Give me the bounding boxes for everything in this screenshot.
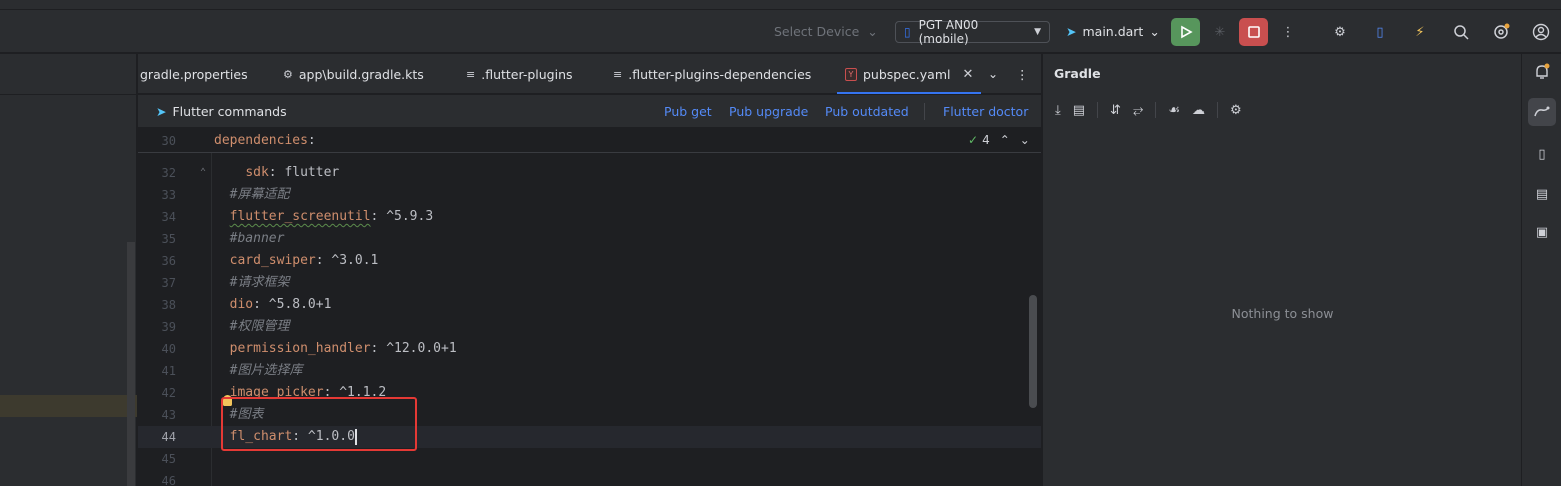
inspection-widget[interactable]: ✓ 4 ⌃ ⌄	[968, 133, 1030, 147]
main-toolbar: Select Device ⌄ ▯ PGT AN00 (mobile) ▼ ➤ …	[0, 10, 1561, 53]
tab-flutter-plugins-dependencies[interactable]: ≡ .flutter-plugins-dependencies	[613, 54, 811, 94]
title-strip	[0, 0, 1561, 10]
device-explorer-icon[interactable]: ▤	[1528, 180, 1556, 208]
code-line: 34 flutter_screenutil: ^5.9.3	[161, 209, 434, 224]
pub-get-link[interactable]: Pub get	[664, 95, 712, 128]
collapse-all-icon[interactable]: ⥂	[1133, 103, 1143, 118]
editor-tabs: gradle.properties ⚙ app\build.gradle.kts…	[138, 54, 1041, 94]
project-panel	[0, 54, 137, 486]
device-mirror-icon[interactable]: ▯	[1368, 20, 1392, 44]
chevron-down-icon: ⌄	[1149, 24, 1160, 39]
phone-icon: ▯	[904, 25, 911, 39]
device-manager-icon[interactable]: ▯	[1528, 140, 1556, 168]
code-editor[interactable]: 32 ⌃ sdk: flutter 33 #屏幕适配 34 flutter_scr…	[138, 129, 1041, 486]
text-file-icon: ≡	[613, 67, 623, 81]
flutter-commands-title: ➤ Flutter commands	[156, 95, 287, 128]
code-line: 40 permission_handler: ^12.0.0+1	[161, 341, 457, 356]
settings-icon[interactable]	[1489, 20, 1513, 44]
stop-button[interactable]	[1239, 18, 1268, 46]
separator	[924, 103, 925, 120]
run-config-selector[interactable]: ➤ main.dart ⌄	[1066, 10, 1160, 53]
code-line: 41 #图片选择库	[161, 363, 303, 378]
code-line: 46	[161, 474, 176, 486]
tab-label: pubspec.yaml	[863, 66, 951, 82]
code-line: 37 #请求框架	[161, 275, 290, 290]
pub-outdated-link[interactable]: Pub outdated	[825, 95, 909, 128]
flutter-icon: ➤	[156, 104, 167, 119]
tabs-dropdown-icon[interactable]: ⌄	[988, 54, 998, 94]
code-line: 38 dio: ^5.8.0+1	[161, 297, 332, 312]
inspection-count: 4	[982, 133, 990, 147]
chevron-down-icon: ⌄	[867, 24, 878, 39]
run-config-label: main.dart	[1082, 24, 1144, 39]
highlighted-row[interactable]	[0, 395, 137, 417]
highlight-box	[221, 397, 417, 451]
flutter-doctor-link[interactable]: Flutter doctor	[943, 95, 1028, 128]
gradle-tool-icon[interactable]	[1528, 98, 1556, 126]
notifications-icon[interactable]	[1528, 58, 1556, 86]
account-icon[interactable]	[1529, 20, 1553, 44]
tab-gradle-properties[interactable]: gradle.properties	[140, 54, 248, 94]
code-line: 32 ⌃ sdk: flutter	[138, 162, 1041, 184]
gradle-icon: ⚙	[283, 67, 293, 81]
attach-debugger-icon[interactable]: ⚙	[1328, 20, 1352, 44]
tab-label: app\build.gradle.kts	[298, 66, 424, 82]
tab-pubspec-yaml[interactable]: Y pubspec.yaml ✕	[836, 54, 982, 94]
yaml-icon: Y	[845, 67, 857, 81]
expand-all-icon[interactable]: ⇵	[1110, 103, 1121, 118]
flutter-commands-label: Flutter commands	[172, 104, 287, 119]
fold-icon[interactable]: ⌃	[200, 162, 206, 184]
editor-scrollbar[interactable]	[1029, 295, 1037, 408]
offline-mode-icon[interactable]: ☁	[1192, 103, 1205, 118]
code-line: 45	[161, 452, 176, 466]
tab-label: .flutter-plugins-dependencies	[628, 66, 812, 82]
text-file-icon: ≡	[466, 67, 476, 81]
code-line: 39 #权限管理	[161, 319, 290, 334]
scrollbar[interactable]	[127, 242, 135, 486]
flutter-icon: ➤	[1066, 24, 1077, 39]
more-vertical-icon[interactable]: ⋮	[1276, 20, 1300, 44]
divider	[0, 94, 137, 95]
tab-build-gradle-kts[interactable]: ⚙ app\build.gradle.kts	[283, 54, 424, 94]
download-icon[interactable]: ⤓	[1055, 103, 1061, 118]
dropdown-arrow-icon: ▼	[1034, 27, 1041, 37]
right-tool-strip: ▯ ▤ ▣	[1521, 54, 1561, 486]
tab-flutter-plugins[interactable]: ≡ .flutter-plugins	[466, 54, 573, 94]
hot-reload-icon[interactable]: ⚡	[1408, 20, 1432, 44]
gradle-toolbar: ⤓ ▤ ⇵ ⥂ ☙ ☁ ⚙	[1055, 102, 1242, 118]
checkmark-icon: ✓	[968, 133, 979, 147]
gradle-settings-icon[interactable]: ⚙	[1230, 103, 1242, 118]
tab-label: .flutter-plugins	[481, 66, 573, 82]
chevron-up-icon[interactable]: ⌃	[1000, 133, 1010, 147]
more-vertical-icon[interactable]: ⋮	[1016, 54, 1029, 94]
search-icon[interactable]	[1449, 20, 1473, 44]
device-selector[interactable]: ▯ PGT AN00 (mobile) ▼	[895, 18, 1050, 46]
close-icon[interactable]: ✕	[962, 67, 973, 82]
layout-inspector-icon[interactable]: ▣	[1528, 218, 1556, 246]
flutter-commands-bar: ➤ Flutter commands Pub get Pub upgrade P…	[138, 95, 1041, 128]
run-button[interactable]	[1171, 18, 1200, 46]
execute-task-icon[interactable]: ▤	[1073, 103, 1085, 118]
sticky-header-line[interactable]: 30 dependencies: ✓ 4 ⌃ ⌄	[138, 129, 1041, 153]
stop-icon	[1247, 26, 1260, 38]
select-device-dropdown[interactable]: Select Device ⌄	[774, 10, 878, 53]
code-line: 33 #屏幕适配	[161, 187, 290, 202]
play-icon	[1180, 25, 1193, 39]
pub-upgrade-link[interactable]: Pub upgrade	[729, 95, 808, 128]
select-device-label: Select Device	[774, 24, 860, 39]
code-line: 36 card_swiper: ^3.0.1	[161, 253, 379, 268]
debug-icon[interactable]: ✳	[1208, 20, 1232, 44]
chevron-down-icon[interactable]: ⌄	[1020, 133, 1030, 147]
tab-label: gradle.properties	[140, 66, 248, 82]
empty-state-text: Nothing to show	[1231, 306, 1334, 321]
dependency-analyzer-icon[interactable]: ☙	[1168, 103, 1180, 118]
gradle-panel: Gradle ⤓ ▤ ⇵ ⥂ ☙ ☁ ⚙ Nothing to show	[1042, 54, 1521, 486]
gradle-title: Gradle	[1054, 66, 1101, 81]
device-label: PGT AN00 (mobile)	[918, 18, 979, 46]
code-line: 35 #banner	[161, 231, 285, 246]
